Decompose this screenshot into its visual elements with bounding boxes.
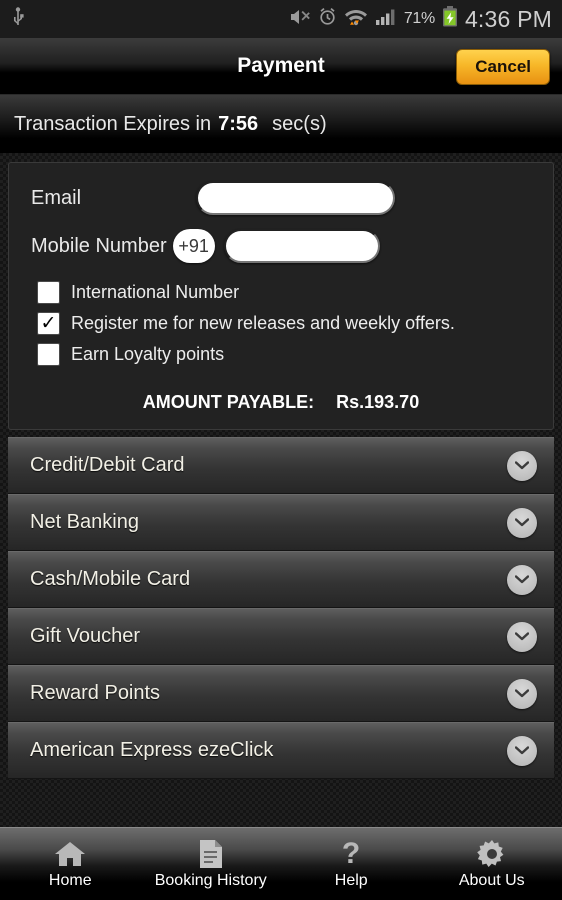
title-bar: Payment Cancel — [0, 38, 562, 95]
email-label: Email — [31, 186, 82, 209]
nav-label: Booking History — [154, 872, 267, 889]
usb-icon — [10, 6, 26, 32]
checkbox-international-label: International Number — [71, 282, 240, 302]
checkbox-loyalty-points[interactable]: Earn Loyalty points — [9, 339, 553, 370]
method-row-net-banking[interactable]: Net Banking — [8, 494, 554, 551]
checkbox-international-box[interactable] — [37, 281, 60, 304]
gear-icon — [476, 838, 507, 870]
method-row-gift-voucher[interactable]: Gift Voucher — [8, 608, 554, 665]
question-mark-icon: ? — [339, 838, 363, 870]
transaction-expiry-bar: Transaction Expires in 7:56 sec(s) — [0, 95, 562, 153]
chevron-down-icon[interactable] — [507, 678, 537, 709]
battery-icon — [442, 6, 458, 32]
document-icon — [198, 838, 224, 870]
payment-form-panel: Email Mobile Number +91 International Nu… — [8, 162, 554, 430]
battery-percent: 71% — [403, 10, 435, 27]
expiry-countdown: 7:56 — [218, 112, 259, 135]
checkbox-loyalty-points-box[interactable] — [37, 343, 60, 366]
nav-item-help[interactable]: ? Help — [281, 828, 422, 900]
checkbox-register-offers-label: Register me for new releases and weekly … — [71, 313, 455, 333]
checkbox-international[interactable]: International Number — [9, 277, 553, 308]
nav-item-about-us[interactable]: About Us — [422, 828, 562, 900]
signal-icon — [375, 7, 397, 31]
checkbox-register-offers-box[interactable]: ✓ — [37, 312, 60, 335]
svg-text:?: ? — [342, 839, 360, 869]
checkbox-register-offers[interactable]: ✓ Register me for new releases and weekl… — [9, 308, 553, 339]
nav-label: About Us — [458, 872, 525, 889]
mobile-label: Mobile Number — [31, 234, 167, 257]
amount-payable-label: AMOUNT PAYABLE: — [142, 392, 315, 412]
bottom-navigation: Home Booking History ? Help About Us — [0, 827, 562, 900]
chevron-down-icon[interactable] — [507, 564, 537, 595]
payment-screen: 71% 4:36 PM Payment Cancel Transaction E… — [0, 0, 562, 900]
method-label: Reward Points — [30, 682, 161, 704]
clock-time: 4:36 PM — [464, 5, 552, 32]
nav-label: Help — [334, 872, 368, 889]
method-row-cash-mobile-card[interactable]: Cash/Mobile Card — [8, 551, 554, 608]
expiry-suffix: sec(s) — [272, 112, 327, 135]
expiry-prefix: Transaction Expires in — [14, 112, 212, 135]
cancel-button[interactable]: Cancel — [456, 49, 550, 85]
method-row-credit-debit-card[interactable]: Credit/Debit Card — [8, 437, 554, 494]
chevron-down-icon[interactable] — [507, 735, 537, 766]
nav-label: Home — [48, 872, 92, 889]
chevron-down-icon[interactable] — [507, 450, 537, 481]
method-row-reward-points[interactable]: Reward Points — [8, 665, 554, 722]
mute-icon — [289, 8, 311, 31]
chevron-down-icon[interactable] — [507, 621, 537, 652]
checkbox-loyalty-points-label: Earn Loyalty points — [71, 344, 225, 364]
content-area: Email Mobile Number +91 International Nu… — [0, 153, 562, 835]
email-input[interactable] — [196, 181, 395, 215]
contact-form: Email Mobile Number +91 International Nu… — [9, 163, 553, 429]
status-bar: 71% 4:36 PM — [0, 0, 562, 38]
mobile-row: Mobile Number +91 — [9, 219, 553, 267]
chevron-down-icon[interactable] — [507, 507, 537, 538]
wifi-icon — [344, 7, 368, 31]
method-label: American Express ezeClick — [30, 739, 274, 761]
alarm-icon — [318, 7, 337, 31]
amount-payable-row: AMOUNT PAYABLE: Rs.193.70 — [9, 392, 553, 413]
method-label: Gift Voucher — [30, 625, 141, 647]
mobile-number-input[interactable] — [223, 229, 380, 263]
method-label: Cash/Mobile Card — [30, 568, 191, 590]
email-row: Email — [9, 177, 553, 219]
payment-methods-list: Credit/Debit Card Net Banking Cash/Mobil… — [8, 437, 554, 779]
amount-payable-value: Rs.193.70 — [336, 392, 420, 412]
method-label: Net Banking — [30, 511, 139, 533]
nav-item-home[interactable]: Home — [0, 828, 141, 900]
country-code-pill[interactable]: +91 — [172, 229, 215, 263]
page-title: Payment — [237, 54, 325, 77]
method-label: Credit/Debit Card — [30, 454, 185, 476]
home-icon — [54, 838, 86, 870]
method-row-amex-ezeclick[interactable]: American Express ezeClick — [8, 722, 554, 779]
nav-item-booking-history[interactable]: Booking History — [141, 828, 282, 900]
